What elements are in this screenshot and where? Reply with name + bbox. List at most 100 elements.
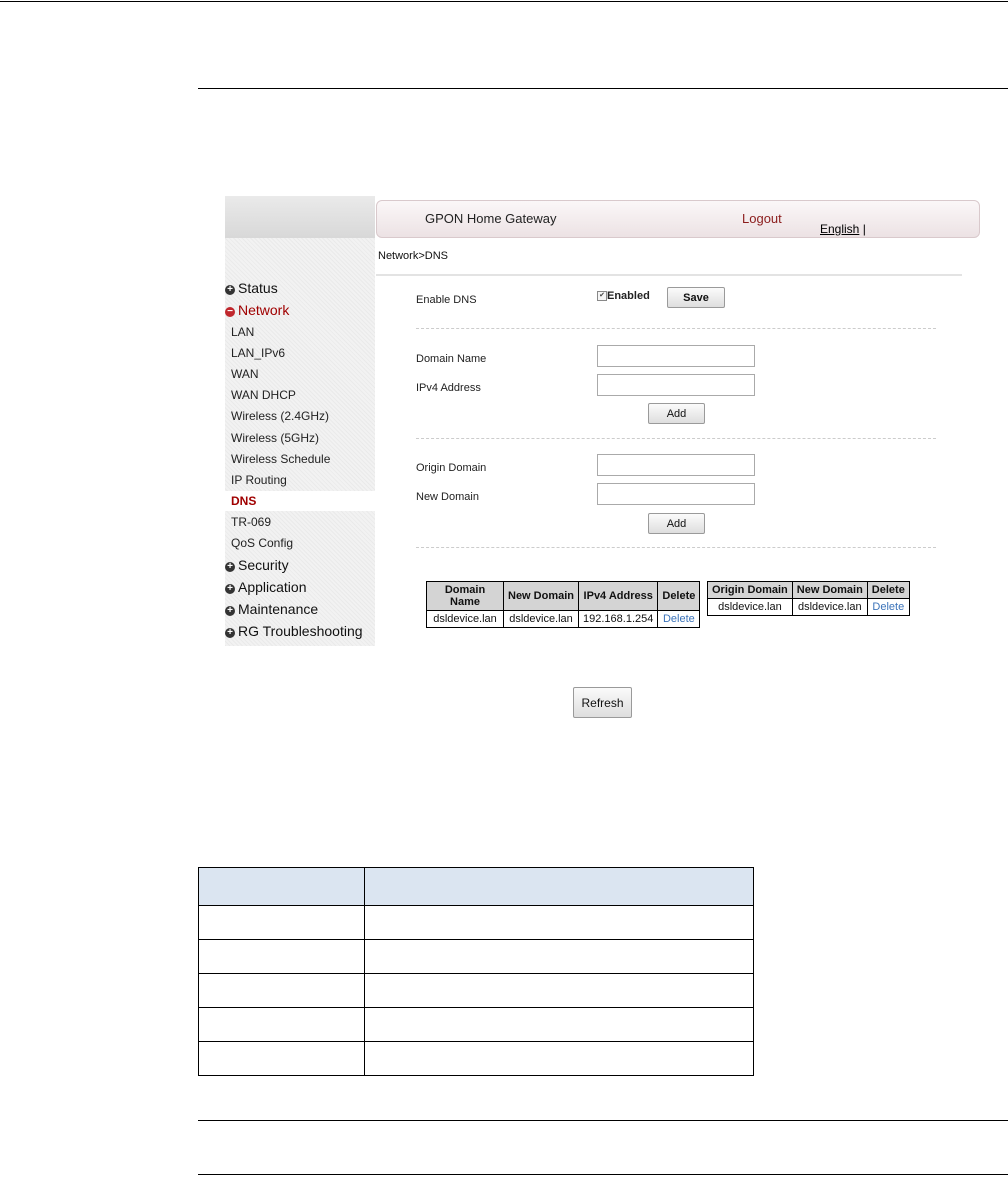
delete-host-link[interactable]: Delete xyxy=(657,610,701,628)
language-link-english[interactable]: English xyxy=(820,222,859,236)
table-cell xyxy=(198,973,365,1008)
plus-circle-icon: + xyxy=(225,562,235,572)
sidebar-header xyxy=(225,196,375,238)
document-header-cell xyxy=(364,867,754,906)
sidebar-item-label: Application xyxy=(238,579,307,595)
sidebar-item-maintenance[interactable]: + Maintenance xyxy=(225,599,375,619)
sidebar-item-dns[interactable]: DNS xyxy=(225,491,375,511)
minus-circle-icon: − xyxy=(225,307,235,317)
new-domain-input[interactable] xyxy=(597,483,755,505)
sidebar-item-label: Status xyxy=(238,280,278,296)
table-row: dsldevice.lan dsldevice.lan Delete xyxy=(707,598,910,616)
checkmark-icon: ✔ xyxy=(599,292,605,299)
sidebar-item-network[interactable]: − Network xyxy=(225,300,375,320)
origin-domain-input[interactable] xyxy=(597,454,755,476)
enabled-checkbox-label: Enabled xyxy=(607,290,650,302)
column-header: New Domain xyxy=(502,581,580,611)
table-header-row: Domain Name New Domain IPv4 Address Dele… xyxy=(426,581,701,611)
language-separator: | xyxy=(862,222,866,236)
plus-circle-icon: + xyxy=(225,606,235,616)
table-row xyxy=(198,939,754,974)
page-top-rule xyxy=(0,1,1008,2)
sidebar-item-wan-dhcp[interactable]: WAN DHCP xyxy=(225,385,375,405)
table-cell: dsldevice.lan xyxy=(502,610,580,628)
refresh-button[interactable]: Refresh xyxy=(573,687,632,718)
table-row xyxy=(198,973,754,1008)
breadcrumb-divider xyxy=(376,274,962,276)
table-cell xyxy=(364,1041,754,1076)
column-header: IPv4 Address xyxy=(578,581,659,611)
breadcrumb: Network>DNS xyxy=(378,250,448,262)
table-row: dsldevice.lan dsldevice.lan 192.168.1.25… xyxy=(426,610,701,628)
sidebar-item-qos-config[interactable]: QoS Config xyxy=(225,533,375,553)
sidebar-item-application[interactable]: + Application xyxy=(225,577,375,597)
delete-alias-link[interactable]: Delete xyxy=(866,598,910,616)
add-host-button[interactable]: Add xyxy=(648,403,705,424)
sidebar-item-wireless-5ghz[interactable]: Wireless (5GHz) xyxy=(225,428,375,448)
section-rule-footer xyxy=(198,1174,1008,1175)
sidebar-item-ip-routing[interactable]: IP Routing xyxy=(225,470,375,490)
add-alias-button[interactable]: Add xyxy=(648,513,705,534)
sidebar-item-tr069[interactable]: TR-069 xyxy=(225,512,375,532)
column-header: Domain Name xyxy=(426,581,504,611)
table-cell xyxy=(364,905,754,940)
section-divider xyxy=(416,547,936,548)
table-cell: dsldevice.lan xyxy=(707,598,793,616)
sidebar-item-lan[interactable]: LAN xyxy=(225,322,375,342)
sidebar-item-security[interactable]: + Security xyxy=(225,555,375,575)
sidebar-item-status[interactable]: + Status xyxy=(225,278,375,298)
sidebar-item-label: Network xyxy=(238,302,290,318)
table-cell xyxy=(364,973,754,1008)
table-cell xyxy=(364,939,754,974)
table-row xyxy=(198,1041,754,1076)
section-divider xyxy=(416,438,936,439)
sidebar-item-label: Maintenance xyxy=(238,601,319,617)
column-header: New Domain xyxy=(791,581,868,599)
sidebar: + Status − Network LAN LAN_IPv6 WAN WAN DH… xyxy=(225,196,375,646)
dns-host-table: Domain Name New Domain IPv4 Address Dele… xyxy=(426,581,701,628)
ipv4-address-label: IPv4 Address xyxy=(416,382,481,394)
plus-circle-icon: + xyxy=(225,628,235,638)
domain-name-label: Domain Name xyxy=(416,353,487,365)
origin-domain-label: Origin Domain xyxy=(416,462,487,474)
table-cell xyxy=(198,939,365,974)
sidebar-item-rg-troubleshooting[interactable]: + RG Troubleshooting xyxy=(225,621,375,641)
sidebar-item-wireless-24ghz[interactable]: Wireless (2.4GHz) xyxy=(225,406,375,426)
new-domain-label: New Domain xyxy=(416,491,479,503)
app-title: GPON Home Gateway xyxy=(425,211,557,226)
table-header-row: Origin Domain New Domain Delete xyxy=(707,581,910,599)
domain-name-input[interactable] xyxy=(597,345,755,367)
enable-dns-label: Enable DNS xyxy=(416,294,477,306)
sidebar-item-wan[interactable]: WAN xyxy=(225,364,375,384)
plus-circle-icon: + xyxy=(225,584,235,594)
document-header-cell xyxy=(198,867,365,906)
table-cell xyxy=(198,1007,365,1042)
sidebar-item-label: RG Troubleshooting xyxy=(238,623,363,639)
top-header-bar: GPON Home Gateway Logout English | xyxy=(376,200,980,238)
table-cell: 192.168.1.254 xyxy=(578,610,659,628)
sidebar-item-wireless-schedule[interactable]: Wireless Schedule xyxy=(225,449,375,469)
save-button[interactable]: Save xyxy=(667,287,725,308)
section-rule-bottom xyxy=(198,1120,1008,1121)
logout-link[interactable]: Logout xyxy=(742,211,782,226)
document-table-header xyxy=(198,867,754,906)
table-cell xyxy=(198,905,365,940)
ipv4-address-input[interactable] xyxy=(597,374,755,396)
table-cell: dsldevice.lan xyxy=(791,598,868,616)
sidebar-item-label: Security xyxy=(238,557,289,573)
dns-alias-table: Origin Domain New Domain Delete dsldevic… xyxy=(707,581,910,616)
column-header: Delete xyxy=(866,581,910,599)
column-header: Delete xyxy=(657,581,701,611)
column-header: Origin Domain xyxy=(707,581,793,599)
table-row xyxy=(198,1007,754,1042)
language-selector: English | xyxy=(820,222,866,236)
document-table xyxy=(198,867,754,1076)
table-cell xyxy=(364,1007,754,1042)
table-cell xyxy=(198,1041,365,1076)
sidebar-item-lan-ipv6[interactable]: LAN_IPv6 xyxy=(225,343,375,363)
plus-circle-icon: + xyxy=(225,285,235,295)
table-cell: dsldevice.lan xyxy=(426,610,504,628)
enable-dns-checkbox[interactable]: ✔ xyxy=(597,291,607,301)
section-rule-top xyxy=(198,88,1008,89)
table-row xyxy=(198,905,754,940)
